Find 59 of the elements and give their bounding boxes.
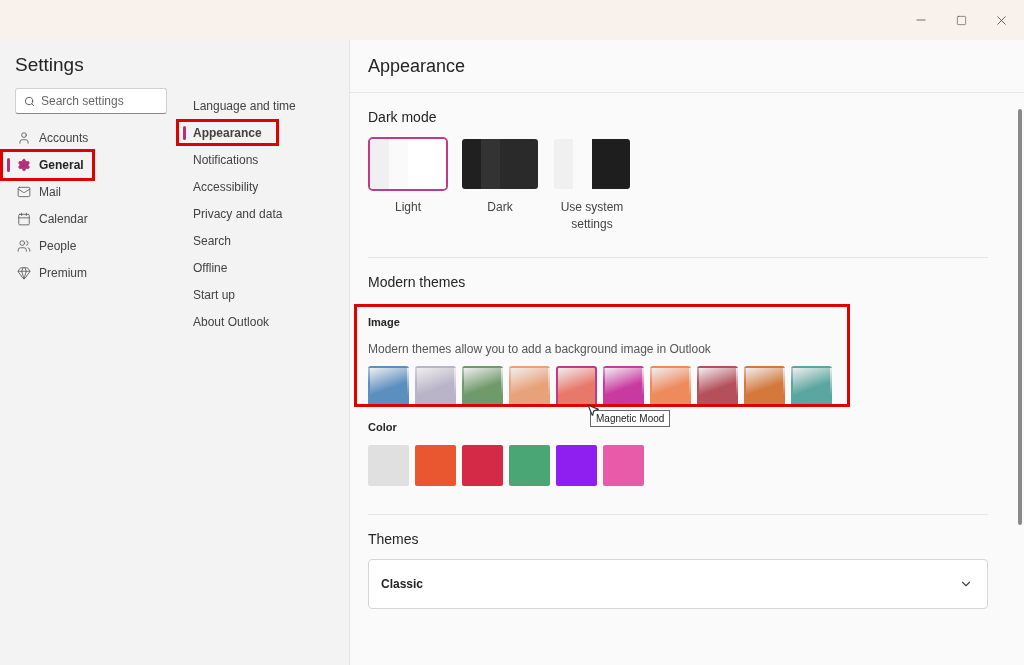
theme-image[interactable]: [415, 365, 456, 407]
subpage-item[interactable]: Language and time: [182, 92, 349, 119]
subsection-title: Image: [368, 314, 400, 330]
subpage-item[interactable]: Privacy and data: [182, 200, 349, 227]
search-icon: [24, 95, 35, 107]
color-swatch[interactable]: [556, 444, 597, 486]
scrollbar[interactable]: [1018, 109, 1022, 525]
subpage-item[interactable]: About Outlook: [182, 308, 349, 335]
color-swatch[interactable]: [509, 444, 550, 486]
section-title: Modern themes: [368, 272, 467, 292]
color-swatch[interactable]: [415, 444, 456, 486]
theme-image[interactable]: [462, 365, 503, 407]
page-title: Appearance: [350, 40, 1024, 93]
mode-preview[interactable]: [460, 137, 540, 191]
color-swatch[interactable]: [462, 444, 503, 486]
maximize-icon: [955, 14, 967, 26]
mode-label: Light: [395, 199, 421, 216]
subpage-item[interactable]: Notifications: [182, 146, 349, 173]
gear-icon: [17, 157, 31, 172]
tooltip: Magnetic Mood: [590, 409, 671, 427]
subpage-item[interactable]: Search: [182, 227, 349, 254]
subpage-item[interactable]: Accessibility: [182, 173, 349, 200]
section-title: Dark mode: [368, 108, 438, 127]
nav-item[interactable]: Calendar: [0, 205, 182, 232]
selection-indicator: [7, 158, 10, 172]
subpage-item[interactable]: Appearance: [182, 119, 349, 146]
section-title: Themes: [368, 529, 420, 549]
mode-preview[interactable]: [552, 137, 632, 191]
theme-image[interactable]: [697, 365, 738, 407]
theme-image[interactable]: [556, 365, 597, 407]
nav-item[interactable]: People: [0, 232, 182, 259]
color-swatch[interactable]: [603, 444, 644, 486]
mail-icon: [17, 184, 31, 199]
theme-image[interactable]: [744, 365, 785, 407]
theme-image[interactable]: [603, 365, 644, 407]
selection-indicator: [183, 126, 186, 140]
settings-title: Settings: [14, 54, 85, 76]
mode-label: Dark: [487, 199, 513, 216]
nav-item[interactable]: Premium: [0, 259, 182, 286]
subpage-item[interactable]: Offline: [182, 254, 349, 281]
subsection-title: Color: [368, 419, 397, 435]
search-box[interactable]: Search settings: [15, 88, 167, 114]
color-swatch[interactable]: [368, 444, 409, 486]
mode-label: Use system settings: [559, 199, 625, 233]
nav-item[interactable]: Mail: [0, 178, 182, 205]
theme-image[interactable]: [650, 365, 691, 407]
people-icon: [17, 238, 31, 253]
nav-item[interactable]: Accounts: [0, 124, 182, 151]
calendar-icon: [17, 211, 31, 226]
person-icon: [17, 130, 31, 145]
subpage-item[interactable]: Start up: [182, 281, 349, 308]
theme-image[interactable]: [791, 365, 832, 407]
nav-item[interactable]: General: [0, 151, 182, 178]
theme-image[interactable]: [509, 365, 550, 407]
theme-dropdown[interactable]: Classic: [368, 558, 988, 609]
description-text: Modern themes allow you to add a background image in Outlook: [368, 340, 711, 358]
search-field[interactable]: Search settings: [41, 94, 151, 108]
theme-image[interactable]: [368, 365, 409, 407]
diamond-icon: [17, 265, 31, 280]
